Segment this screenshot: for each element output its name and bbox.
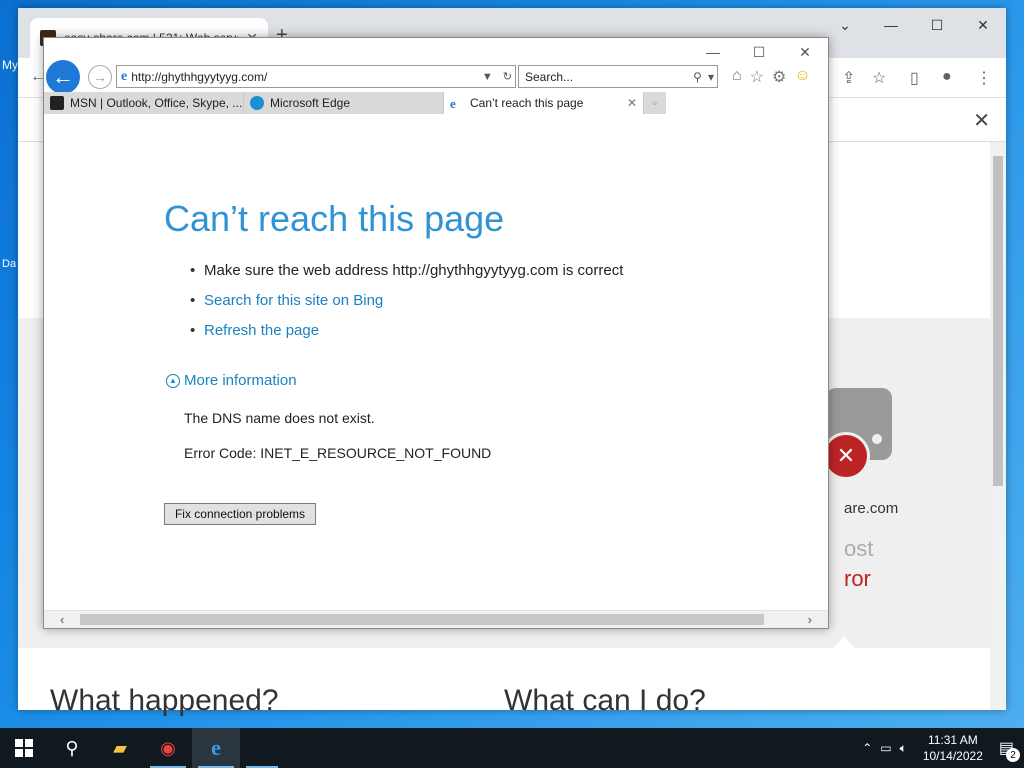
new-tab-button[interactable]: ▫ [644, 92, 666, 114]
msn-favicon-icon [50, 96, 64, 110]
menu-kebab-icon[interactable]: ⋮ [976, 68, 992, 88]
bookmark-star-icon[interactable]: ☆ [872, 68, 886, 88]
new-tab-icon: ▫ [652, 96, 658, 110]
action-center-button[interactable]: ▤ 2 [999, 738, 1020, 762]
desktop-icon-label[interactable]: My [2, 58, 18, 72]
vertical-scrollbar[interactable] [990, 142, 1006, 710]
system-tray: ⌃ ▭ 🔈︎ 11:31 AM 10/14/2022 ▤ 2 [862, 728, 1024, 768]
close-tab-icon[interactable]: ✕ [627, 96, 637, 110]
address-dropdown-icon[interactable]: ▼ [479, 71, 496, 83]
network-icon[interactable]: ▭ [880, 741, 891, 755]
back-arrow-icon: ← [52, 64, 74, 89]
show-hidden-icons-icon[interactable]: ⌃ [862, 741, 872, 755]
close-window-button[interactable]: ✕ [960, 8, 1006, 42]
start-button[interactable] [0, 728, 48, 768]
peek-error: ror [844, 566, 871, 591]
home-icon[interactable]: ⌂ [732, 67, 742, 87]
address-bar[interactable]: e http://ghythhgyytyyg.com/ ▼ ↻ [116, 65, 516, 88]
what-happened-heading: What happened? [50, 684, 279, 717]
search-dropdown-icon[interactable]: ▾ [705, 70, 717, 84]
folder-icon: ▰ [113, 737, 127, 758]
error-code: Error Code: INET_E_RESOURCE_NOT_FOUND [184, 445, 492, 461]
refresh-icon[interactable]: ↻ [500, 70, 515, 83]
search-bing-link[interactable]: Search for this site on Bing [190, 290, 623, 320]
settings-gear-icon[interactable]: ⚙ [772, 67, 786, 87]
peek-host: ost [844, 536, 874, 561]
clock[interactable]: 11:31 AM 10/14/2022 [923, 732, 983, 764]
scrollbar-thumb[interactable] [80, 614, 764, 625]
tab-label: MSN | Outlook, Office, Skype, ... [70, 96, 243, 110]
search-icon[interactable]: ⚲ [690, 70, 705, 84]
page-title: Can’t reach this page [164, 198, 505, 239]
ie-window: — ☐ ✕ ← → e http://ghythhgyytyyg.com/ ▼ … [43, 37, 829, 629]
file-explorer-button[interactable]: ▰ [96, 728, 144, 768]
chevron-up-icon: ▲ [166, 373, 180, 388]
suggestion-list: Make sure the web address http://ghythhg… [190, 260, 623, 350]
tab-msn[interactable]: MSN | Outlook, Office, Skype, ... [44, 92, 244, 114]
more-info-label: More information [184, 372, 297, 389]
windows-logo-icon [15, 739, 33, 757]
ie-favicon-icon: e [450, 96, 456, 111]
peek-domain: are.com [844, 500, 899, 517]
scroll-right-icon[interactable]: › [808, 612, 812, 627]
back-button[interactable]: ← [46, 60, 80, 94]
ie-icon: e [211, 735, 221, 760]
chrome-taskbar-button[interactable]: ◉ [144, 728, 192, 768]
taskbar-slot[interactable] [240, 728, 284, 768]
share-icon[interactable]: ⇪ [842, 68, 855, 88]
search-input[interactable]: Search... [525, 70, 690, 84]
ie-logo-icon: e [121, 68, 128, 84]
search-icon: ⚲ [65, 737, 79, 758]
dns-message: The DNS name does not exist. [184, 410, 375, 426]
feedback-smiley-icon[interactable]: ☺ [794, 67, 810, 87]
fix-connection-button[interactable]: Fix connection problems [164, 503, 316, 525]
taskbar: ⚲ ▰ ◉ e ⌃ ▭ 🔈︎ 11:31 AM 10/14/2022 ▤ 2 [0, 728, 1024, 768]
scroll-left-icon[interactable]: ‹ [60, 612, 64, 627]
search-button[interactable]: ⚲ [48, 728, 96, 768]
volume-icon[interactable]: 🔈︎ [900, 741, 907, 756]
favorites-star-icon[interactable]: ☆ [750, 67, 764, 87]
tab-label: Can’t reach this page [470, 96, 584, 110]
desktop-icon-label[interactable]: Da [2, 258, 16, 270]
refresh-page-link[interactable]: Refresh the page [190, 320, 623, 350]
tab-microsoft-edge[interactable]: Microsoft Edge [244, 92, 444, 114]
side-panel-icon[interactable]: ▯ [910, 68, 919, 88]
error-x-icon: ✕ [822, 432, 870, 480]
search-box[interactable]: Search... ⚲ ▾ [518, 65, 718, 88]
horizontal-scrollbar[interactable]: ‹ › [44, 610, 828, 628]
scrollbar-thumb[interactable] [993, 156, 1003, 486]
ie-navbar: ← → e http://ghythhgyytyyg.com/ ▼ ↻ Sear… [44, 58, 828, 94]
clock-time: 11:31 AM [927, 733, 978, 747]
maximize-button[interactable]: ☐ [914, 8, 960, 42]
list-item: Make sure the web address http://ghythhg… [190, 260, 623, 290]
tab-label: Microsoft Edge [270, 96, 351, 110]
edge-favicon-icon [250, 96, 264, 110]
notification-count-badge: 2 [1006, 748, 1020, 762]
chrome-icon: ◉ [160, 737, 176, 758]
forward-arrow-icon: → [93, 69, 107, 85]
close-infobar-icon[interactable]: ✕ [973, 108, 990, 133]
mouse-cursor-icon [427, 428, 433, 442]
ie-tab-strip: MSN | Outlook, Office, Skype, ... Micros… [44, 92, 828, 114]
tab-cant-reach[interactable]: e Can’t reach this page ✕ [444, 92, 644, 114]
clock-date: 10/14/2022 [922, 749, 983, 763]
address-input[interactable]: http://ghythhgyytyyg.com/ [131, 70, 475, 84]
what-can-i-do-heading: What can I do? [504, 684, 706, 717]
forward-button[interactable]: → [88, 65, 112, 89]
error-page: Can’t reach this page Make sure the web … [44, 114, 828, 612]
minimize-button[interactable]: — [868, 8, 914, 42]
more-information-toggle[interactable]: ▲ More information [166, 372, 297, 389]
profile-avatar-icon[interactable]: ● [942, 68, 952, 86]
ie-taskbar-button[interactable]: e [192, 728, 240, 768]
